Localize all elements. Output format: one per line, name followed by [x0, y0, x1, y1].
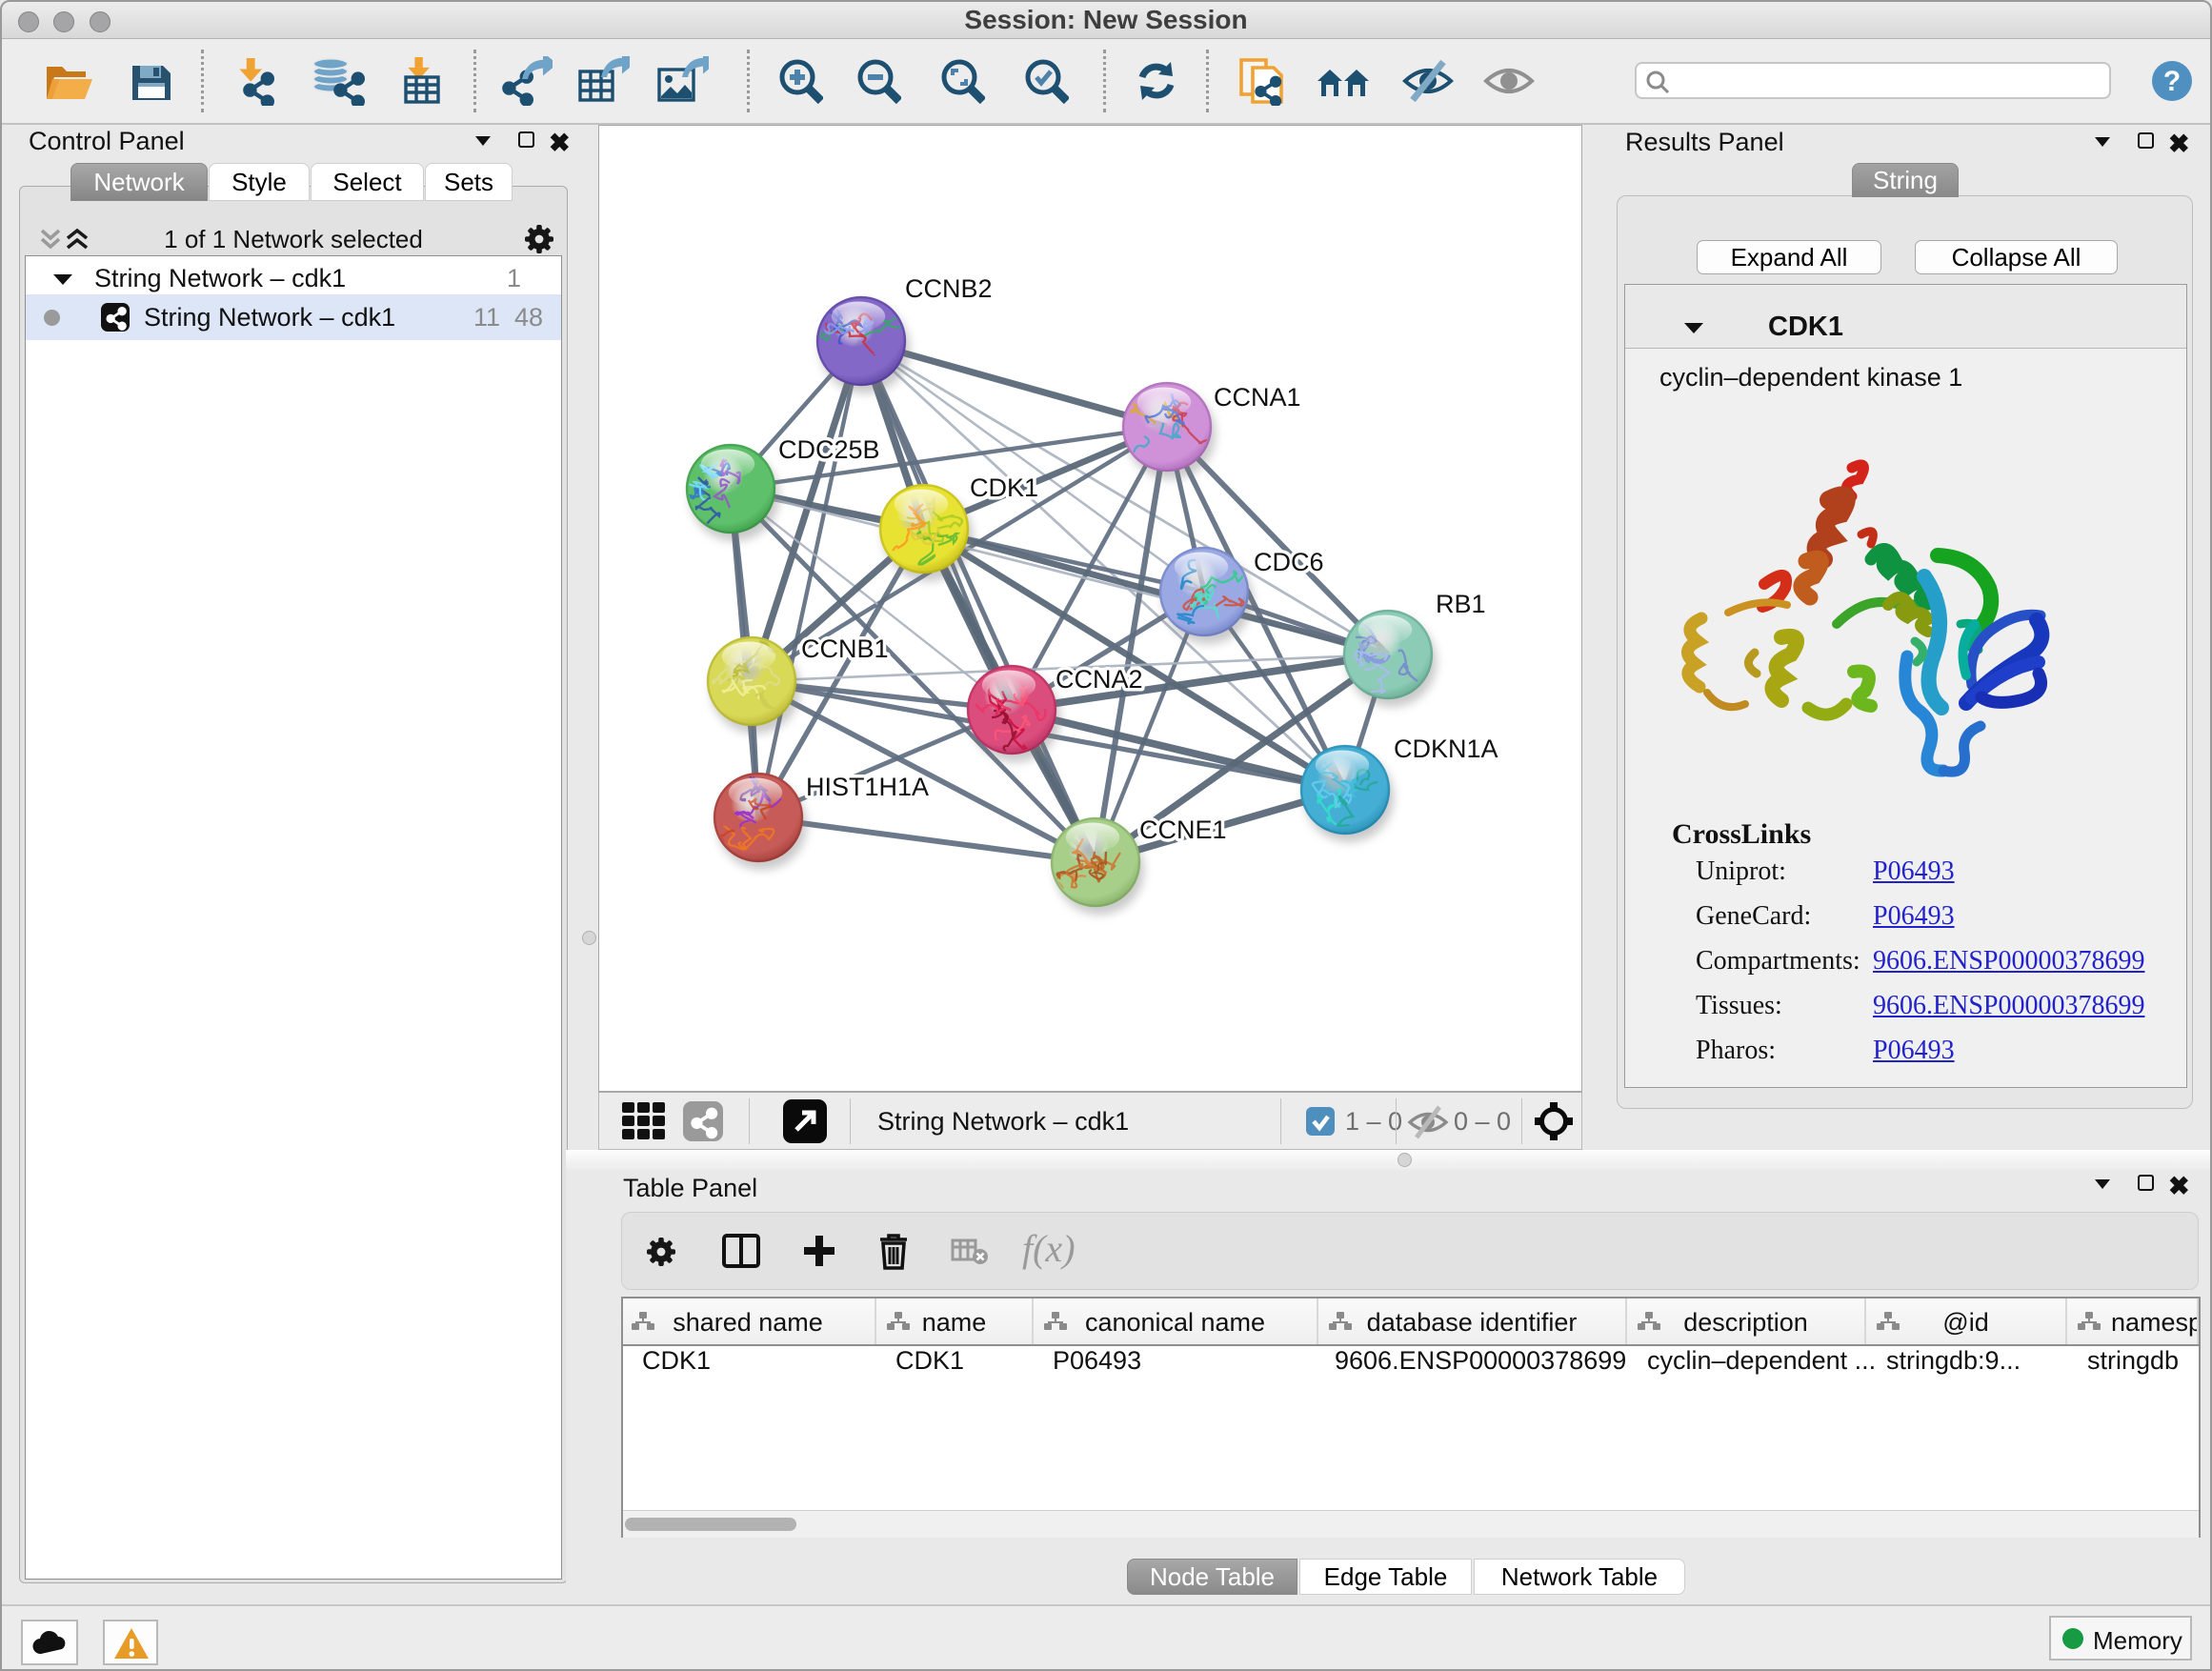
svg-text:CCNB1: CCNB1: [801, 634, 889, 663]
svg-text:CCNB2: CCNB2: [905, 274, 993, 303]
svg-text:CDKN1A: CDKN1A: [1394, 735, 1498, 763]
svg-text:CCNE1: CCNE1: [1139, 815, 1227, 844]
svg-text:CCNA2: CCNA2: [1056, 665, 1143, 694]
svg-text:RB1: RB1: [1436, 590, 1486, 618]
svg-text:CDC6: CDC6: [1254, 548, 1324, 576]
svg-text:?: ?: [2163, 66, 2181, 97]
svg-text:CDC25B: CDC25B: [778, 435, 880, 464]
svg-text:CCNA1: CCNA1: [1214, 383, 1301, 412]
svg-text:HIST1H1A: HIST1H1A: [806, 773, 929, 801]
svg-text:CDK1: CDK1: [970, 473, 1038, 502]
